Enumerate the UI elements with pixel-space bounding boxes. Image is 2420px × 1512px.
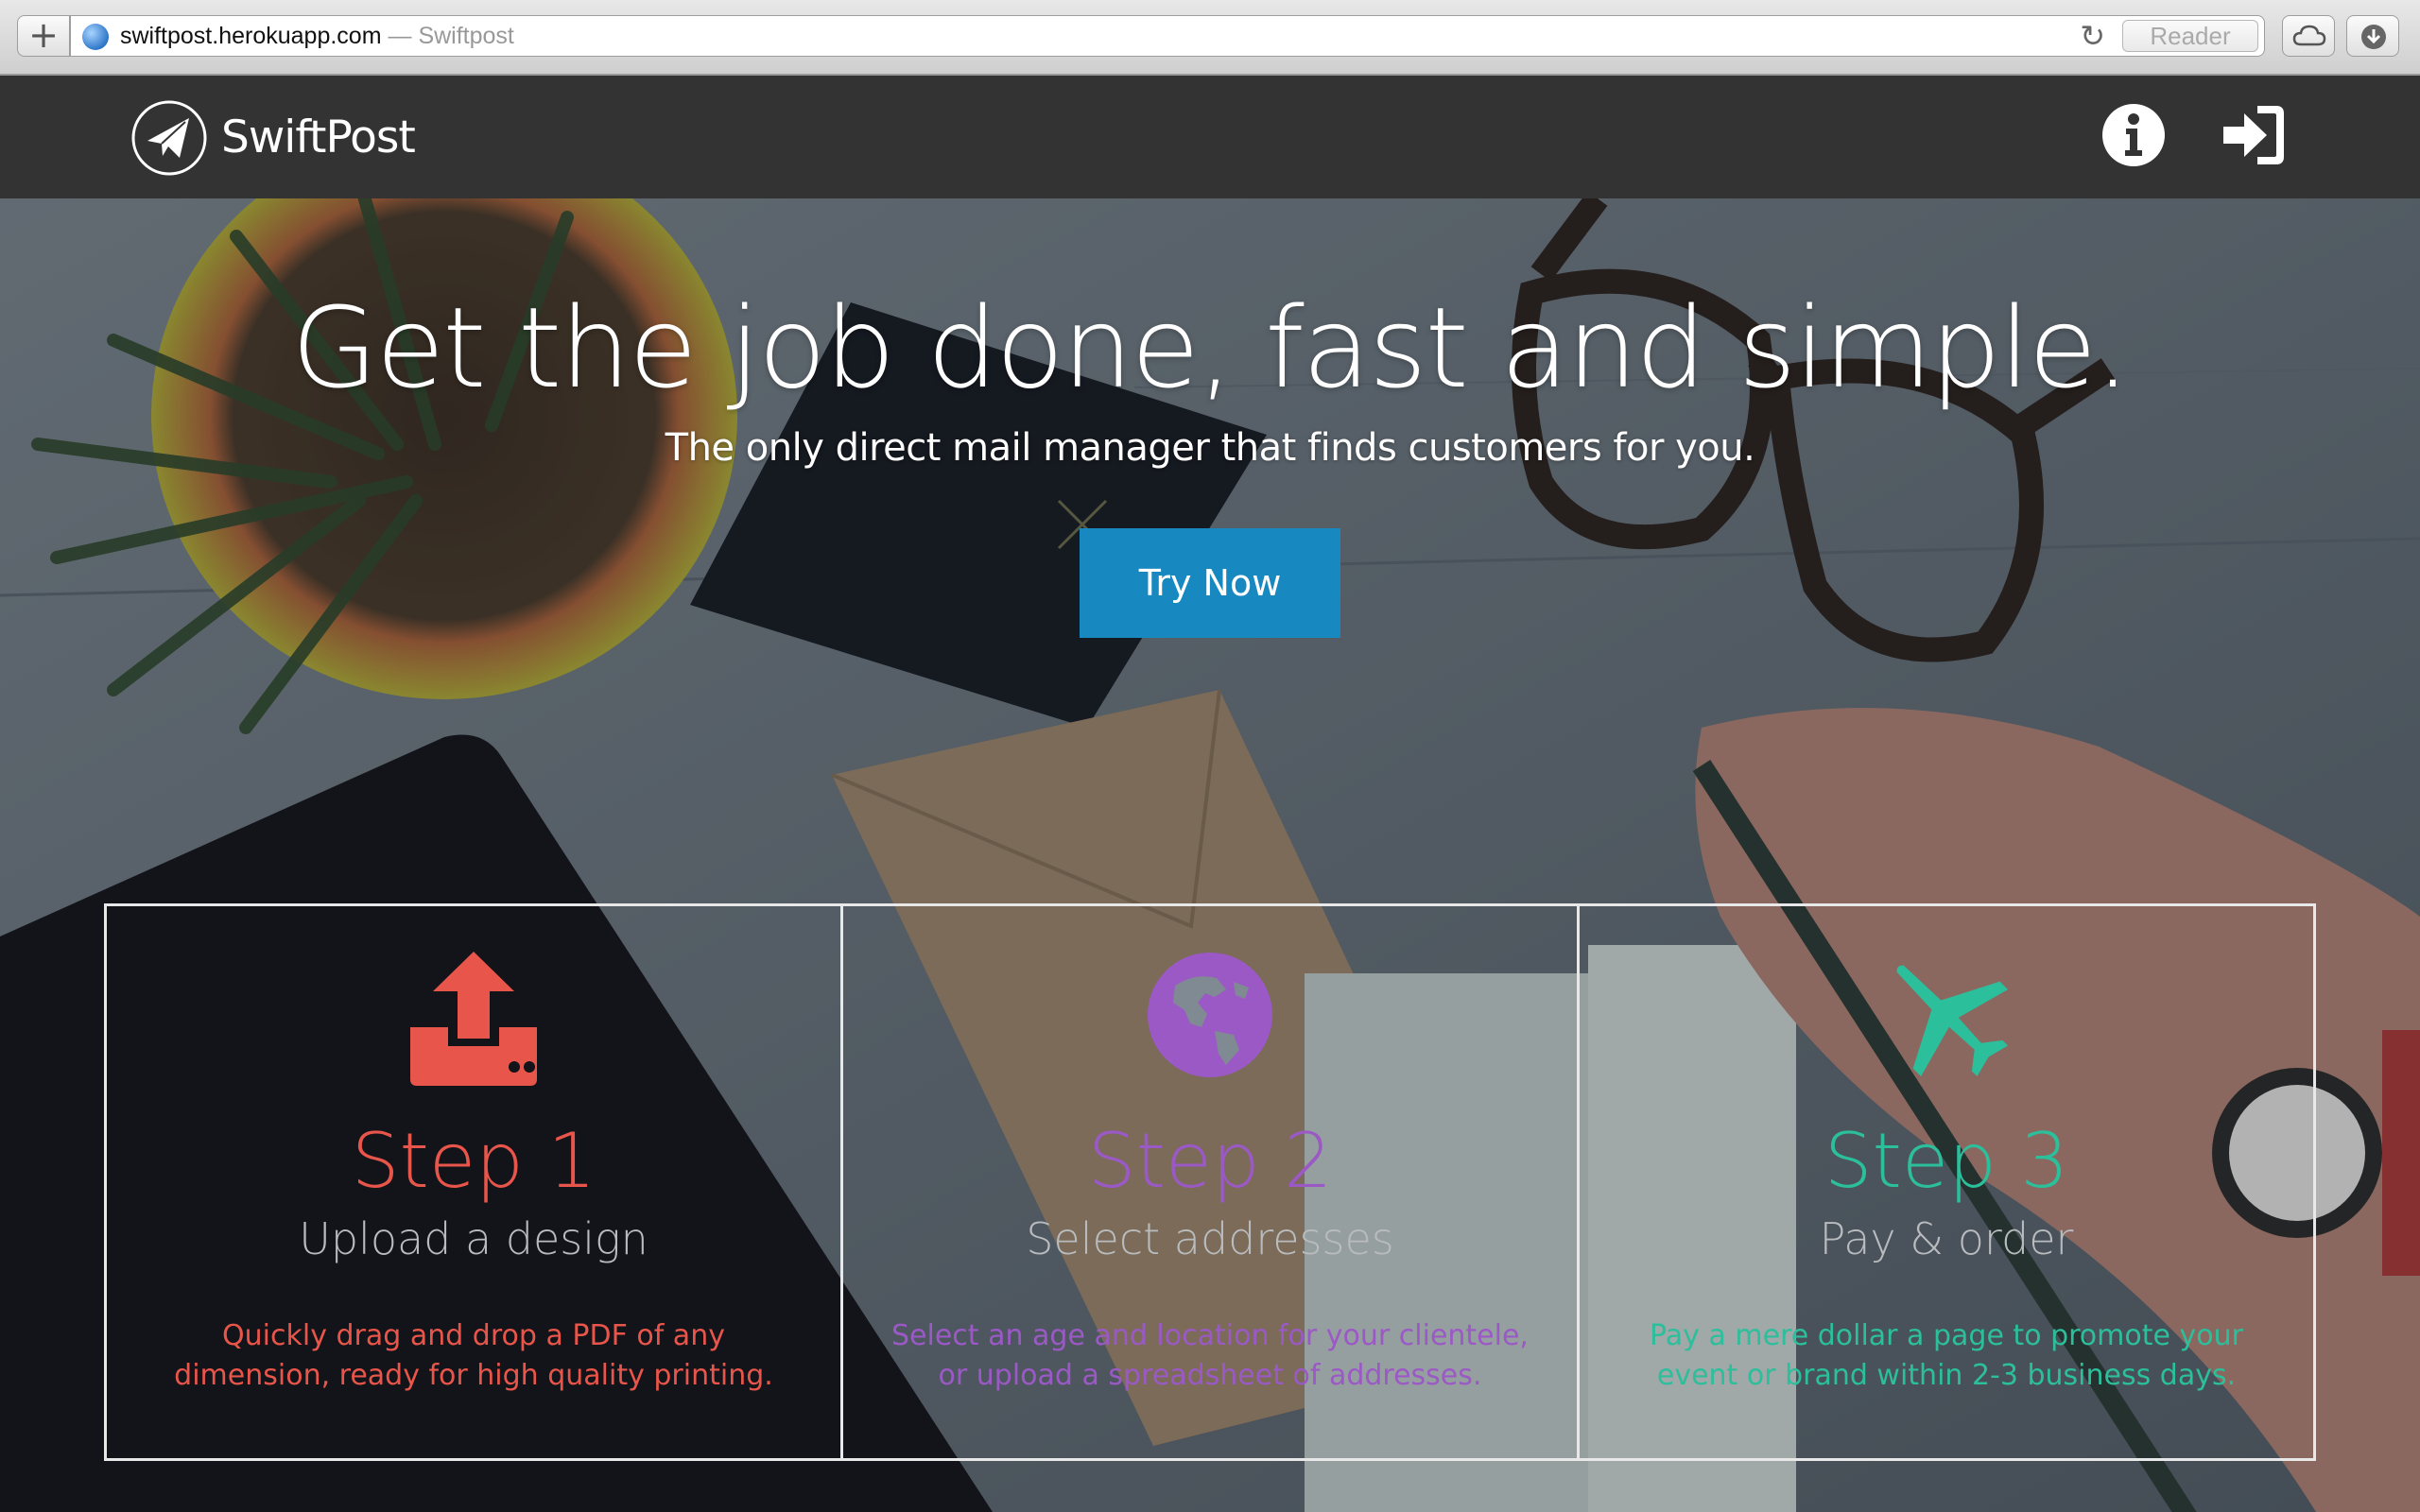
url-host: swiftpost.herokuapp.com: [120, 23, 382, 49]
info-icon[interactable]: [2100, 102, 2167, 168]
steps-panel: Step 1 Upload a design Quickly drag and …: [104, 903, 2316, 1461]
url-text: swiftpost.herokuapp.com — Swiftpost: [120, 23, 514, 49]
step-card-3: Step 3 Pay & order Pay a mere dollar a p…: [1577, 906, 2313, 1458]
step-subtitle: Select addresses: [1026, 1213, 1394, 1264]
sign-in-icon[interactable]: [2220, 102, 2288, 168]
step-description: Quickly drag and drop a PDF of any dimen…: [174, 1319, 773, 1392]
page-title: Swiftpost: [418, 23, 514, 49]
cloud-icon: [2292, 25, 2326, 46]
airplane-icon: [1896, 965, 2009, 1077]
hero-subheadline: The only direct mail manager that finds …: [665, 426, 1755, 470]
address-bar[interactable]: swiftpost.herokuapp.com — Swiftpost ↻ Re…: [70, 15, 2265, 57]
try-now-button[interactable]: Try Now: [1080, 528, 1340, 638]
hero-section: Get the job done, fast and simple. The o…: [0, 198, 2420, 1512]
download-icon: [2361, 25, 2386, 49]
globe-icon: [82, 24, 109, 50]
reader-button[interactable]: Reader: [2122, 20, 2258, 52]
step-title: Step 1: [351, 1117, 596, 1205]
url-separator: —: [381, 23, 419, 49]
reload-icon[interactable]: ↻: [2080, 18, 2105, 54]
downloads-button[interactable]: [2346, 15, 2399, 57]
upload-icon: [410, 952, 537, 1086]
step-card-2: Step 2 Select addresses Select an age an…: [840, 906, 1577, 1458]
new-tab-button[interactable]: +: [17, 15, 70, 57]
step-title: Step 3: [1824, 1117, 2069, 1205]
brand-name: SwiftPost: [221, 112, 416, 163]
site-navbar: SwiftPost: [0, 77, 2420, 198]
icloud-tabs-button[interactable]: [2282, 15, 2335, 57]
paper-plane-logo-icon: [131, 100, 207, 176]
brand-logo[interactable]: SwiftPost: [130, 96, 416, 180]
step-title: Step 2: [1087, 1117, 1333, 1205]
step-card-1: Step 1 Upload a design Quickly drag and …: [107, 906, 840, 1458]
browser-toolbar: + swiftpost.herokuapp.com — Swiftpost ↻ …: [0, 0, 2420, 76]
step-description: Select an age and location for your clie…: [891, 1319, 1529, 1392]
hero-headline: Get the job done, fast and simple.: [291, 283, 2130, 413]
step-subtitle: Pay & order: [1819, 1213, 2074, 1264]
globe-icon: [1148, 953, 1272, 1077]
step-description: Pay a mere dollar a page to promote your…: [1650, 1319, 2243, 1392]
step-subtitle: Upload a design: [299, 1213, 648, 1264]
